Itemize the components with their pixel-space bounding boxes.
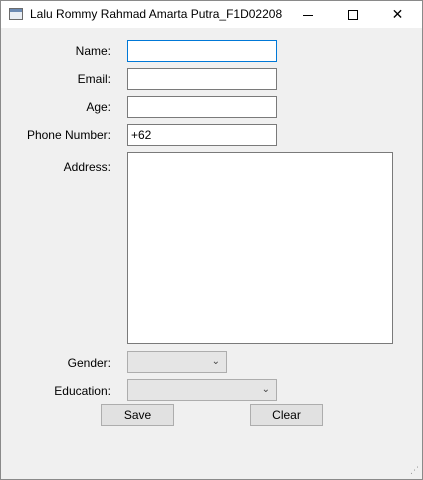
- phone-number-input[interactable]: +62: [127, 124, 277, 146]
- chevron-down-icon: ⌄: [261, 384, 270, 395]
- app-window-icon: [9, 8, 23, 20]
- address-label: Address:: [63, 160, 111, 174]
- close-icon: ✕: [391, 6, 404, 22]
- title-bar[interactable]: Lalu Rommy Rahmad Amarta Putra_F1D02208 …: [1, 1, 422, 28]
- email-label: Email:: [77, 72, 111, 86]
- education-label: Education:: [54, 384, 111, 398]
- maximize-icon: [347, 9, 358, 20]
- name-label: Name:: [75, 44, 111, 58]
- age-input[interactable]: [127, 96, 277, 118]
- email-input[interactable]: [127, 68, 277, 90]
- chevron-down-icon: ⌄: [211, 356, 220, 367]
- address-textarea[interactable]: [127, 152, 393, 344]
- gender-combobox[interactable]: ⌄: [127, 351, 227, 373]
- app-window: Lalu Rommy Rahmad Amarta Putra_F1D02208 …: [0, 0, 423, 480]
- window-title: Lalu Rommy Rahmad Amarta Putra_F1D02208: [30, 7, 283, 21]
- phone-number-label: Phone Number:: [26, 128, 111, 142]
- age-label: Age:: [86, 100, 111, 114]
- clear-button[interactable]: Clear: [250, 404, 323, 426]
- close-button[interactable]: ✕: [375, 1, 420, 28]
- save-button[interactable]: Save: [101, 404, 174, 426]
- gender-label: Gender:: [67, 356, 111, 370]
- resize-grip-icon[interactable]: ⋰: [410, 465, 419, 476]
- minimize-icon: [302, 14, 313, 16]
- education-combobox[interactable]: ⌄: [127, 379, 277, 401]
- minimize-button[interactable]: [285, 1, 330, 28]
- maximize-button[interactable]: [330, 1, 375, 28]
- name-input[interactable]: [127, 40, 277, 62]
